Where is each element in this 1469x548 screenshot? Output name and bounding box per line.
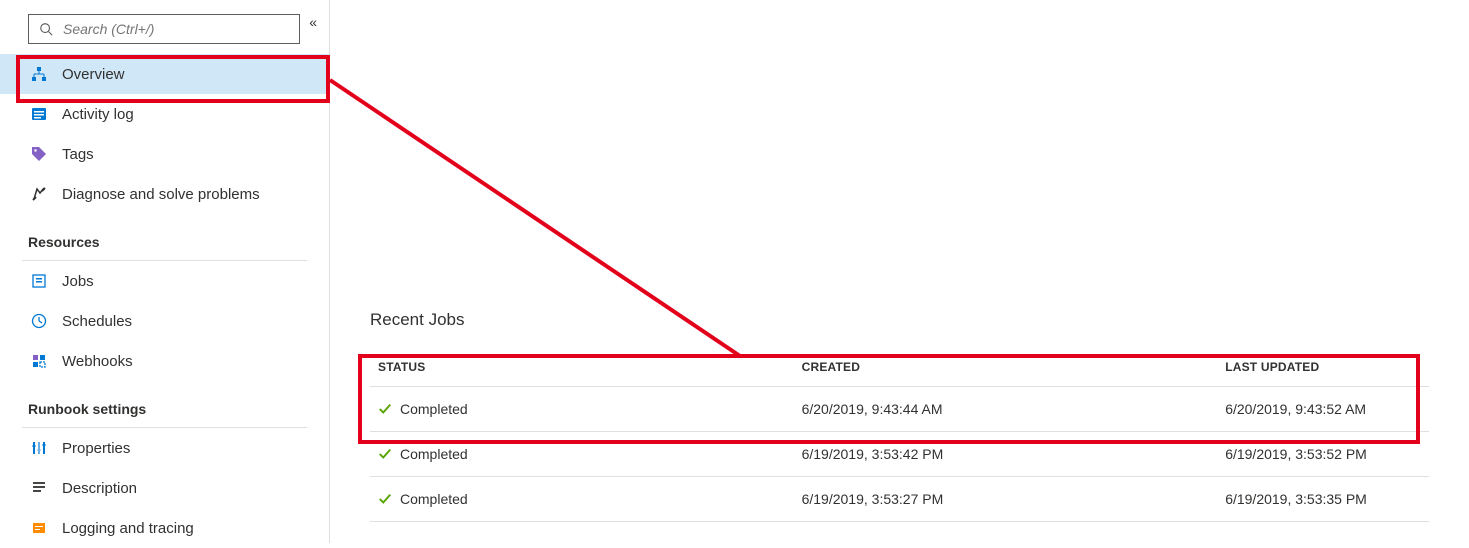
sidebar-item-overview[interactable]: Overview <box>0 54 329 94</box>
col-header-updated[interactable]: LAST UPDATED <box>1217 348 1429 387</box>
diagnose-icon <box>30 185 48 203</box>
sidebar-item-diagnose[interactable]: Diagnose and solve problems <box>0 174 329 214</box>
sidebar-item-description[interactable]: Description <box>0 468 329 508</box>
description-icon <box>30 479 48 497</box>
sidebar-item-tags[interactable]: Tags <box>0 134 329 174</box>
search-input[interactable] <box>63 21 289 37</box>
check-icon <box>378 447 392 461</box>
nav-label: Tags <box>62 146 94 163</box>
sidebar-item-properties[interactable]: Properties <box>0 428 329 468</box>
main-content: Recent Jobs STATUS CREATED LAST UPDATED … <box>330 0 1469 543</box>
nav-label: Overview <box>62 66 125 83</box>
table-row[interactable]: Completed 6/20/2019, 9:43:44 AM 6/20/201… <box>370 387 1429 432</box>
col-header-created[interactable]: CREATED <box>794 348 1218 387</box>
updated-text: 6/19/2019, 3:53:52 PM <box>1217 432 1429 477</box>
overview-icon <box>30 65 48 83</box>
section-title-resources: Resources <box>0 214 329 258</box>
webhooks-icon <box>30 352 48 370</box>
table-row[interactable]: Completed 6/19/2019, 3:53:42 PM 6/19/201… <box>370 432 1429 477</box>
jobs-icon <box>30 272 48 290</box>
sidebar-item-webhooks[interactable]: Webhooks <box>0 341 329 381</box>
sidebar-item-jobs[interactable]: Jobs <box>0 261 329 301</box>
updated-text: 6/20/2019, 9:43:52 AM <box>1217 387 1429 432</box>
table-row[interactable]: Completed 6/19/2019, 3:53:27 PM 6/19/201… <box>370 477 1429 522</box>
check-icon <box>378 492 392 506</box>
sidebar-item-schedules[interactable]: Schedules <box>0 301 329 341</box>
search-icon <box>39 22 53 36</box>
status-text: Completed <box>400 491 468 507</box>
collapse-icon[interactable]: « <box>309 14 317 30</box>
activity-log-icon <box>30 105 48 123</box>
created-text: 6/19/2019, 3:53:42 PM <box>794 432 1218 477</box>
nav-label: Logging and tracing <box>62 520 194 537</box>
schedules-icon <box>30 312 48 330</box>
nav-label: Description <box>62 480 137 497</box>
logging-icon <box>30 519 48 537</box>
updated-text: 6/19/2019, 3:53:35 PM <box>1217 477 1429 522</box>
nav-label: Diagnose and solve problems <box>62 186 260 203</box>
status-text: Completed <box>400 446 468 462</box>
sidebar: « Overview Activity log Tags <box>0 0 330 543</box>
nav-label: Jobs <box>62 273 94 290</box>
sidebar-item-logging[interactable]: Logging and tracing <box>0 508 329 548</box>
created-text: 6/19/2019, 3:53:27 PM <box>794 477 1218 522</box>
nav-label: Properties <box>62 440 130 457</box>
check-icon <box>378 402 392 416</box>
search-input-wrap[interactable] <box>28 14 300 44</box>
recent-jobs-heading: Recent Jobs <box>370 310 1429 330</box>
nav-label: Webhooks <box>62 353 133 370</box>
col-header-status[interactable]: STATUS <box>370 348 794 387</box>
nav-label: Activity log <box>62 106 134 123</box>
status-text: Completed <box>400 401 468 417</box>
recent-jobs-table: STATUS CREATED LAST UPDATED Completed 6/… <box>370 348 1429 522</box>
nav-label: Schedules <box>62 313 132 330</box>
section-title-runbook: Runbook settings <box>0 381 329 425</box>
created-text: 6/20/2019, 9:43:44 AM <box>794 387 1218 432</box>
tags-icon <box>30 145 48 163</box>
properties-icon <box>30 439 48 457</box>
sidebar-item-activity-log[interactable]: Activity log <box>0 94 329 134</box>
